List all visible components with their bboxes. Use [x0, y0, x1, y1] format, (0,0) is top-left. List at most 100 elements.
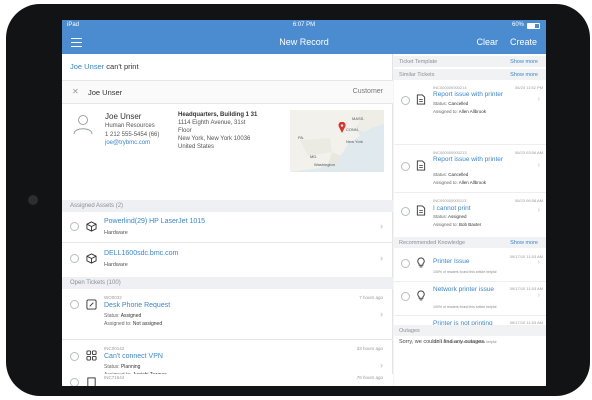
asset-row[interactable]: DELL1600sdc.bmc.com Hardware › — [62, 243, 393, 275]
chevron-right-icon[interactable]: › — [380, 221, 383, 231]
map-pin-icon — [338, 122, 346, 133]
asset-type: Hardware — [104, 262, 128, 268]
ticket-status: Status: Cancelled — [433, 101, 469, 106]
knowledge-title[interactable]: Printer Issue — [433, 258, 497, 265]
customer-type-label: Customer — [352, 88, 383, 95]
knowledge-helpful: 100% of readers found this article helpf… — [433, 270, 497, 274]
ticket-title[interactable]: Report issue with printer — [433, 156, 519, 163]
outages-label: Outages — [399, 328, 420, 334]
select-radio[interactable] — [401, 207, 410, 216]
asset-row[interactable]: Powerlind(29) HP LaserJet 1015 Hardware … — [62, 212, 393, 242]
location-map[interactable]: MASS. CONN. PA. New York MD. Washington — [290, 110, 384, 172]
ticket-template-show-more[interactable]: Show more — [510, 59, 538, 65]
select-radio[interactable] — [70, 378, 79, 386]
create-button[interactable]: Create — [510, 37, 537, 47]
ticket-status: Status: Planning — [104, 364, 141, 370]
customer-link[interactable]: Joe Unser — [70, 62, 104, 71]
ticket-template-label: Ticket Template — [399, 59, 438, 65]
asset-title[interactable]: DELL1600sdc.bmc.com — [104, 250, 178, 257]
select-radio[interactable] — [70, 300, 79, 309]
battery-percent: 60% — [511, 22, 524, 28]
address-line: United States — [178, 144, 215, 150]
ticket-assignee: Assigned to: Not assigned — [104, 321, 163, 327]
similar-tickets-show-more[interactable]: Show more — [510, 72, 538, 78]
assigned-assets-header: Assigned Assets (2) — [62, 200, 393, 212]
select-radio[interactable] — [70, 222, 79, 231]
ticket-title[interactable]: Report issue with printer — [433, 91, 519, 98]
recommended-knowledge-label: Recommended Knowledge — [399, 240, 466, 246]
chevron-right-icon[interactable]: › — [538, 259, 540, 266]
map-label: New York — [346, 139, 363, 144]
ticket-title[interactable]: I cannot print — [433, 205, 519, 212]
work-order-icon — [86, 299, 97, 310]
ticket-date: 06/23 06:58 AM — [514, 198, 543, 203]
app-screen: iPad 6:07 PM 60% New Record Clear Create… — [62, 20, 546, 386]
lightbulb-icon — [417, 257, 425, 268]
clear-button[interactable]: Clear — [476, 37, 498, 47]
cube-icon — [86, 253, 97, 264]
select-radio[interactable] — [401, 292, 410, 301]
similar-tickets-header: Similar Tickets Show more — [394, 69, 546, 80]
similar-ticket-item[interactable]: INC000000000214 06/24 11:52 PM Report is… — [394, 82, 546, 122]
ticket-row[interactable]: WO0032 7 hours ago Desk Phone Request St… — [62, 289, 393, 339]
ticket-id: INC000000000214 — [433, 85, 467, 90]
chevron-right-icon[interactable]: › — [380, 253, 383, 263]
customer-email[interactable]: joe@trybmc.com — [105, 139, 159, 148]
knowledge-date: 09/17/10 11:53 AM — [509, 286, 543, 291]
customer-field[interactable]: ✕ Joe Unser Customer — [62, 81, 393, 103]
knowledge-show-more[interactable]: Show more — [510, 240, 538, 246]
chevron-right-icon[interactable]: › — [538, 162, 540, 169]
select-radio[interactable] — [401, 96, 410, 105]
front-camera — [28, 195, 38, 205]
asset-type: Hardware — [104, 230, 128, 236]
chevron-right-icon[interactable]: › — [380, 360, 383, 370]
ticket-id: INC000000000113 — [433, 198, 467, 203]
summary-field[interactable]: Joe Unser can't print — [70, 62, 139, 71]
ticket-title[interactable]: Can't connect VPN — [104, 353, 163, 360]
similar-ticket-item[interactable]: INC000000000213 06/23 03:56 AM Report is… — [394, 147, 546, 191]
outages-message: Sorry, we couldn't find any outages. — [399, 339, 486, 345]
chevron-right-icon[interactable]: › — [538, 292, 540, 299]
ticket-date: 06/24 11:52 PM — [515, 85, 543, 90]
clock: 6:07 PM — [292, 22, 316, 28]
select-radio[interactable] — [401, 259, 410, 268]
knowledge-item[interactable]: Printer Issue 09/17/10 11:53 AM 100% of … — [394, 250, 546, 280]
divider — [394, 144, 546, 145]
grid-icon — [86, 350, 97, 361]
ticket-date: 06/23 03:56 AM — [514, 150, 543, 155]
asset-title[interactable]: Powerlind(29) HP LaserJet 1015 — [104, 218, 205, 225]
page-title: New Record — [279, 37, 329, 47]
map-label: Washington — [314, 162, 335, 167]
knowledge-helpful: 100% of readers found this article helpf… — [433, 305, 497, 309]
knowledge-title[interactable]: Network printer issue — [433, 286, 497, 293]
ticket-row[interactable]: INC71644 76 hours ago — [62, 374, 393, 386]
lightbulb-icon — [417, 290, 425, 301]
clear-customer-icon[interactable]: ✕ — [72, 87, 79, 96]
chevron-right-icon[interactable]: › — [538, 96, 540, 103]
ticket-title[interactable]: Desk Phone Request — [104, 302, 170, 309]
select-radio[interactable] — [70, 254, 79, 263]
map-label: PA. — [298, 135, 305, 140]
address-line: New York, New York 10036 — [178, 136, 251, 142]
knowledge-item[interactable]: Network printer issue 09/17/10 11:53 AM … — [394, 282, 546, 314]
ticket-status: Status: Cancelled — [433, 172, 469, 177]
select-radio[interactable] — [401, 162, 410, 171]
document-icon — [416, 160, 426, 171]
map-label: CONN. — [346, 127, 359, 132]
person-avatar-icon — [73, 115, 93, 135]
ticket-id: INC000000000213 — [433, 150, 467, 155]
ticket-assignee: Assigned to: Allen Allbrook — [433, 180, 487, 185]
customer-phone[interactable]: 1 212 555-5454 (66) — [105, 131, 159, 140]
open-tickets-header: Open Tickets (100) — [62, 277, 393, 289]
divider — [394, 192, 546, 193]
battery-icon — [527, 23, 540, 29]
map-label: MD. — [310, 154, 318, 159]
chevron-right-icon[interactable]: › — [380, 309, 383, 319]
address-line: 1114 Eighth Avenue, 31st — [178, 120, 246, 126]
similar-ticket-item[interactable]: INC000000000113 06/23 06:58 AM I cannot … — [394, 194, 546, 234]
record-form: Joe Unser can't print ✕ Joe Unser Custom… — [62, 54, 393, 386]
chevron-right-icon[interactable]: › — [538, 207, 540, 214]
customer-department: Human Resources — [105, 123, 155, 129]
document-icon — [416, 94, 426, 105]
select-radio[interactable] — [70, 352, 79, 361]
